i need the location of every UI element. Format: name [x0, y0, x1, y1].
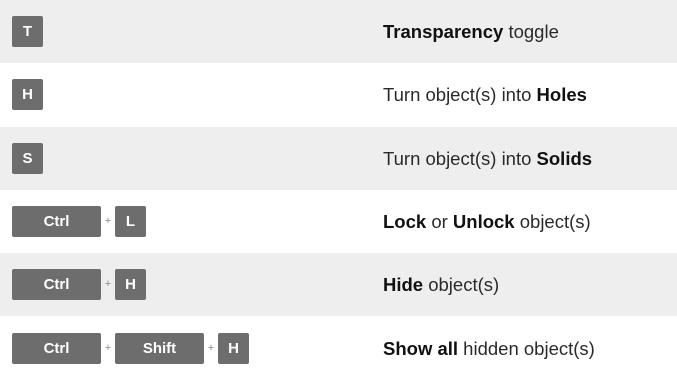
shortcut-row-lock: Ctrl + L Lock or Unlock object(s)	[0, 190, 677, 253]
desc-bold: Transparency	[383, 20, 504, 42]
desc-bold: Lock	[383, 210, 427, 232]
key-l: L	[115, 206, 146, 237]
key-combo: Ctrl + Shift + H	[12, 317, 249, 380]
desc-bold: Unlock	[452, 210, 515, 232]
desc-text: object(s)	[423, 273, 500, 295]
shortcut-row-hide: Ctrl + H Hide object(s)	[0, 253, 677, 316]
desc-bold: Show all	[383, 337, 459, 359]
desc-text: or	[426, 210, 453, 232]
shortcut-table: T Transparency toggle H Turn object(s) i…	[0, 0, 677, 380]
key-combo: T	[12, 0, 43, 63]
key-combo: Ctrl + H	[12, 253, 146, 316]
key-s: S	[12, 143, 43, 174]
shortcut-description: Show all hidden object(s)	[383, 317, 595, 380]
key-ctrl: Ctrl	[12, 333, 101, 364]
desc-bold: Hide	[383, 273, 424, 295]
desc-text: object(s)	[514, 210, 591, 232]
desc-text: Turn object(s) into	[383, 147, 537, 169]
key-shift: Shift	[115, 333, 204, 364]
plus-separator: +	[104, 342, 112, 354]
key-ctrl: Ctrl	[12, 206, 101, 237]
shortcut-description: Turn object(s) into Solids	[383, 127, 592, 190]
plus-separator: +	[104, 278, 112, 290]
shortcut-row-show-all: Ctrl + Shift + H Show all hidden object(…	[0, 317, 677, 380]
key-ctrl: Ctrl	[12, 269, 101, 300]
desc-text: toggle	[503, 20, 559, 42]
shortcut-description: Transparency toggle	[383, 0, 559, 63]
key-combo: S	[12, 127, 43, 190]
shortcut-row-transparency: T Transparency toggle	[0, 0, 677, 63]
key-combo: H	[12, 63, 43, 126]
shortcut-row-holes: H Turn object(s) into Holes	[0, 63, 677, 126]
key-h: H	[218, 333, 249, 364]
shortcut-description: Turn object(s) into Holes	[383, 63, 587, 126]
shortcut-description: Hide object(s)	[383, 253, 499, 316]
key-h: H	[115, 269, 146, 300]
plus-separator: +	[104, 215, 112, 227]
shortcut-description: Lock or Unlock object(s)	[383, 190, 591, 253]
desc-bold: Holes	[536, 83, 587, 105]
key-h: H	[12, 79, 43, 110]
shortcut-row-solids: S Turn object(s) into Solids	[0, 127, 677, 190]
desc-text: Turn object(s) into	[383, 83, 537, 105]
desc-text: hidden object(s)	[458, 337, 595, 359]
key-t: T	[12, 16, 43, 47]
key-combo: Ctrl + L	[12, 190, 146, 253]
desc-bold: Solids	[536, 147, 593, 169]
plus-separator: +	[207, 342, 215, 354]
